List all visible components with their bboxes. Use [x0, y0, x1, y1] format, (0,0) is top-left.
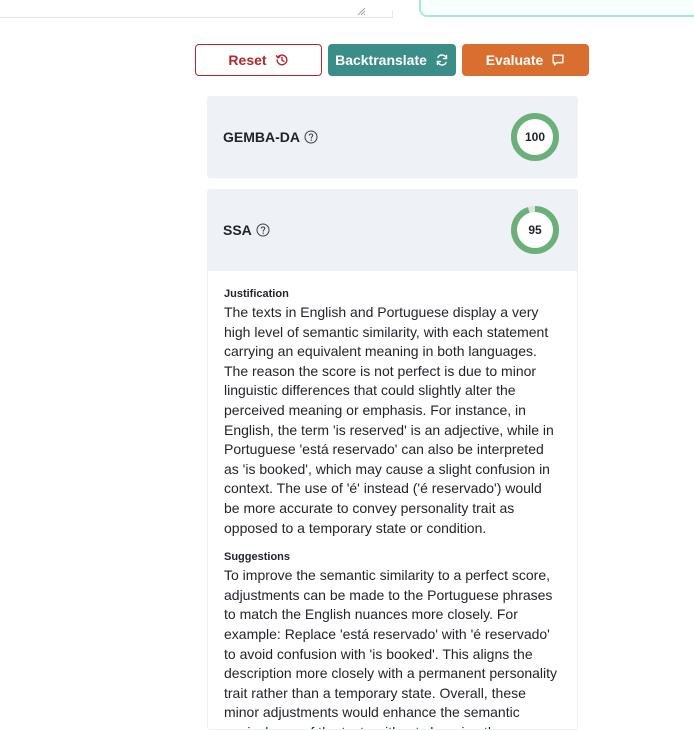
ssa-score-value: 95: [528, 223, 542, 237]
justification-text: The texts in English and Portuguese disp…: [224, 304, 554, 536]
gemba-da-header[interactable]: GEMBA-DA 100: [207, 96, 578, 178]
evaluate-button[interactable]: Evaluate: [462, 44, 589, 76]
ssa-title-group: SSA: [223, 222, 270, 238]
suggestions-title: Suggestions: [224, 551, 291, 564]
translation-panel-bottom-edge: [419, 0, 694, 17]
backtranslate-label: Backtranslate: [335, 52, 427, 68]
resize-handle-icon[interactable]: [356, 6, 366, 16]
reset-button[interactable]: Reset: [195, 44, 322, 76]
ssa-card: SSA 95 Justification The texts in Englis…: [207, 189, 578, 730]
gemba-da-score-gauge: 100: [510, 112, 560, 162]
backtranslate-button[interactable]: Backtranslate: [328, 44, 456, 76]
justification-title: Justification: [224, 288, 289, 300]
evaluate-label: Evaluate: [485, 52, 544, 68]
gemba-da-title-group: GEMBA-DA: [223, 129, 318, 145]
gemba-da-title: GEMBA-DA: [223, 129, 300, 145]
column-divider: [392, 10, 393, 18]
evaluation-panel: Reset Backtranslate Evaluate GEMBA-DA 10…: [0, 0, 694, 730]
gemba-da-score-value: 100: [524, 130, 546, 144]
suggestions-text: To improve the semantic similarity to a …: [224, 567, 558, 729]
comment-icon: [552, 54, 564, 66]
ssa-score-gauge: 95: [510, 205, 560, 255]
help-icon[interactable]: [304, 130, 318, 144]
refresh-icon: [436, 54, 448, 66]
ssa-details: Justification The texts in English and P…: [208, 271, 577, 729]
action-buttons: Reset Backtranslate Evaluate: [195, 44, 589, 76]
reset-label: Reset: [228, 52, 267, 68]
ssa-title: SSA: [223, 222, 252, 238]
gemba-da-card: GEMBA-DA 100: [207, 96, 578, 178]
source-editor-bottom-border: [0, 17, 392, 18]
history-icon: [275, 54, 288, 66]
ssa-header[interactable]: SSA 95: [208, 189, 577, 271]
help-icon[interactable]: [256, 223, 270, 237]
